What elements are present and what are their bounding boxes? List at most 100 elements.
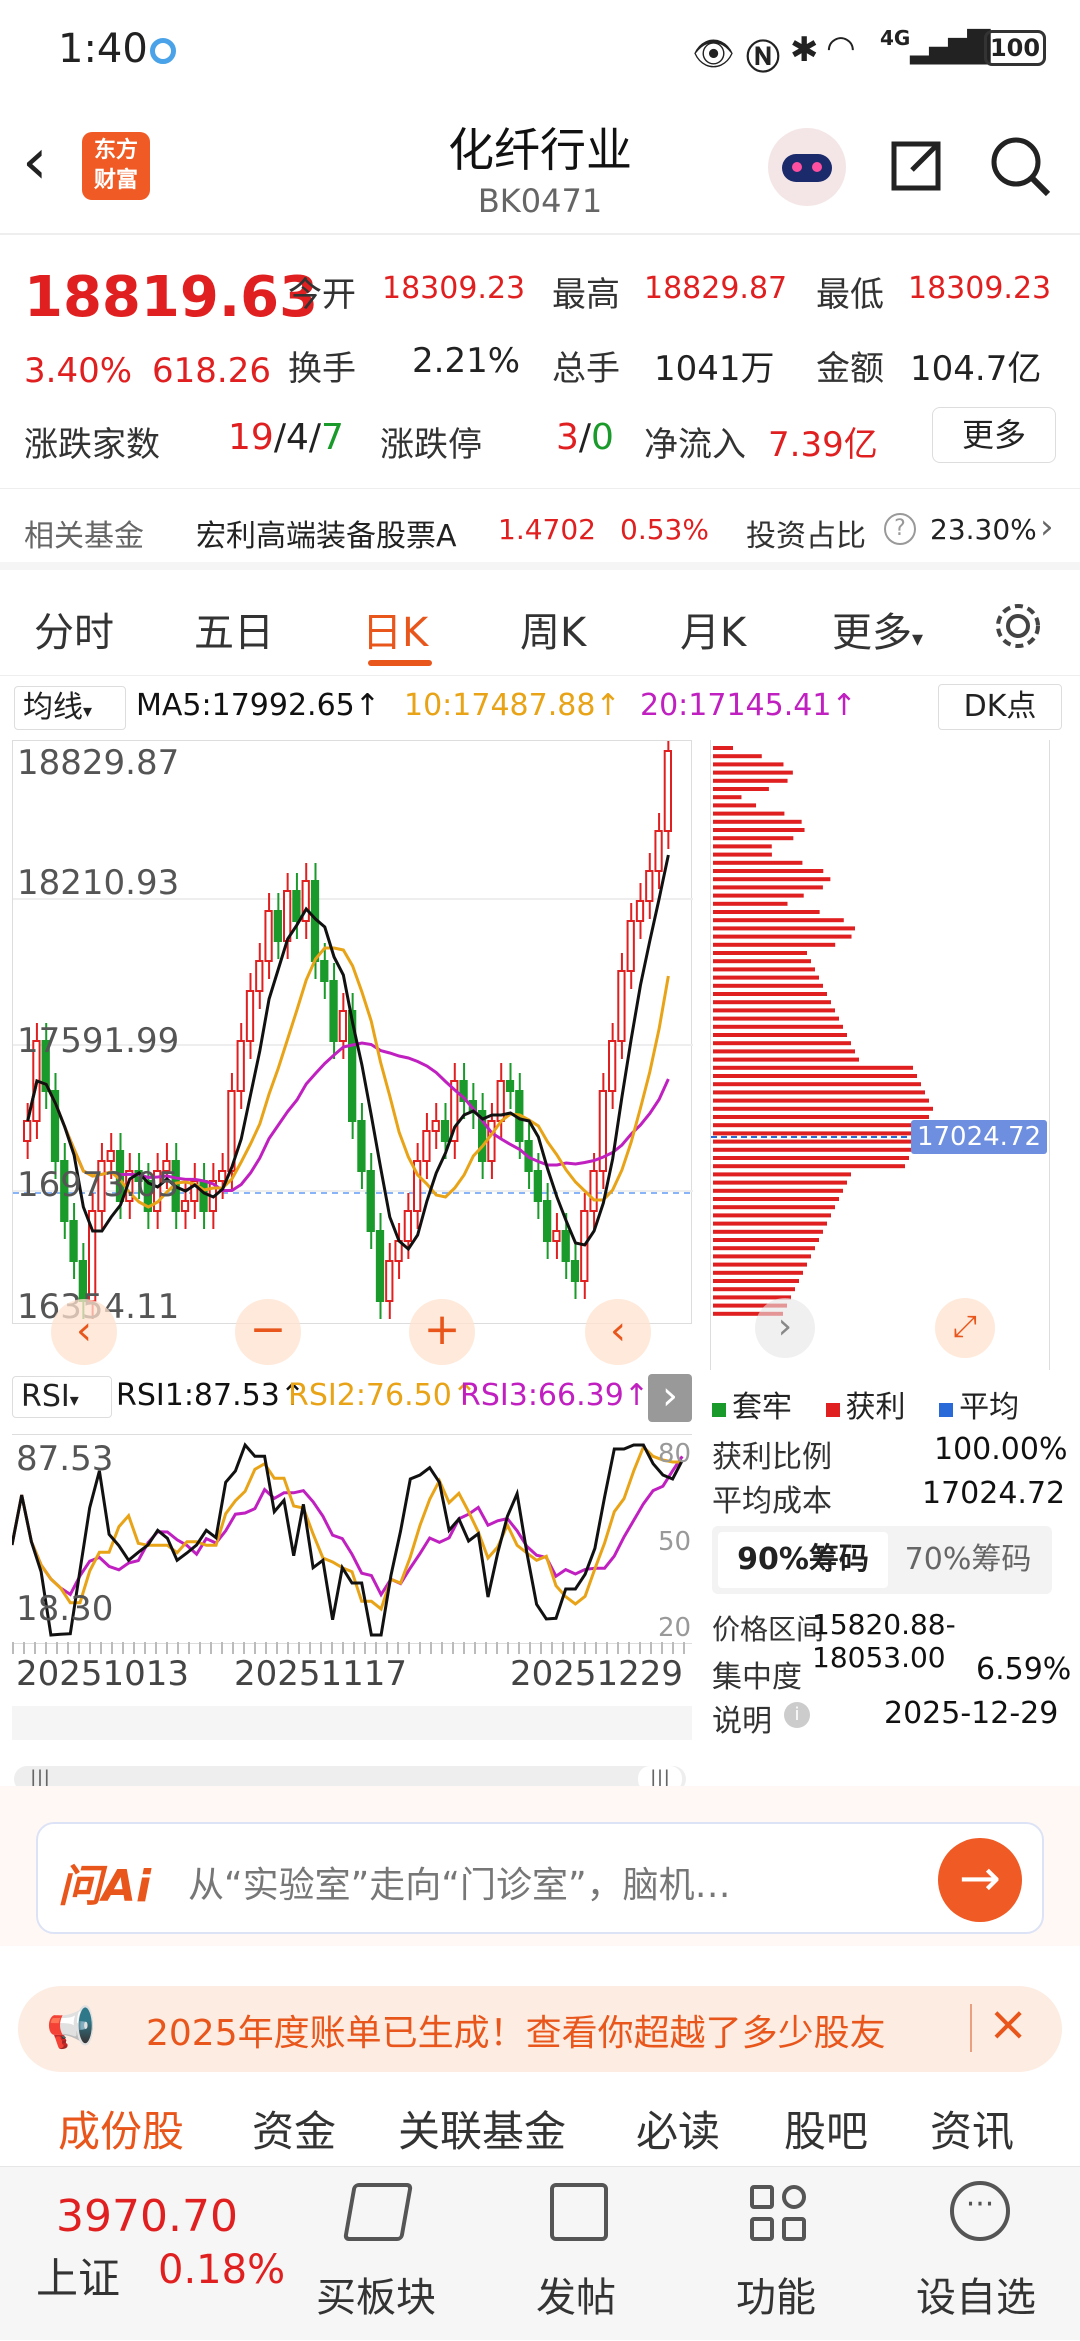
- rsi-selector-label: RSI: [21, 1379, 70, 1414]
- more-button[interactable]: 更多: [932, 407, 1056, 463]
- rsi-selector[interactable]: RSI▾: [12, 1376, 112, 1418]
- expand-icon[interactable]: ⤢: [935, 1298, 995, 1358]
- tab-related-funds[interactable]: 关联基金: [398, 2098, 566, 2159]
- adv-down: 7: [321, 417, 344, 458]
- ratio-value: 23.30%: [930, 513, 1037, 546]
- chip-bar: [713, 1139, 917, 1144]
- candle: [626, 920, 635, 972]
- candle: [255, 960, 264, 992]
- candle: [608, 1040, 617, 1092]
- tab-funds-flow[interactable]: 资金: [252, 2098, 336, 2159]
- candle: [199, 1180, 208, 1212]
- tab-monthly-k[interactable]: 月K: [680, 600, 746, 658]
- chip-bar: [713, 877, 831, 882]
- related-fund-row[interactable]: 相关基金 宏利高端装备股票A 1.4702 0.53% 投资占比 ? 23.30…: [0, 488, 1080, 570]
- zoom-in-icon[interactable]: +: [409, 1299, 475, 1365]
- index-ticker[interactable]: 3970.70 上证 0.18%: [0, 2167, 290, 2341]
- chip-bar: [713, 1106, 933, 1111]
- promo-divider: [970, 2004, 972, 2052]
- nfc-icon: Ⓝ: [746, 38, 780, 78]
- netflow-value: 7.39亿: [768, 425, 878, 465]
- scroll-left-icon[interactable]: ‹: [51, 1299, 117, 1365]
- chip-bar: [713, 951, 807, 955]
- candle: [283, 890, 292, 942]
- candle: [487, 1120, 496, 1162]
- rsi-chart[interactable]: 87.53 18.30 80 50 20: [12, 1434, 692, 1644]
- candle: [552, 1230, 561, 1242]
- chip-bar: [713, 1205, 835, 1210]
- add-watchlist-button[interactable]: ··· 设自选: [900, 2167, 1064, 2341]
- ai-banner: 问Ai 从“实验室”走向“门诊室”，脑机… →: [0, 1786, 1080, 1946]
- tab-daily-k[interactable]: 日K: [362, 600, 428, 658]
- chip-bar: [713, 959, 811, 964]
- candle: [218, 1170, 227, 1182]
- chip-next-icon[interactable]: ›: [755, 1298, 815, 1358]
- functions-button[interactable]: 功能: [700, 2167, 864, 2341]
- period-tabs: 分时 五日 日K 周K 月K 更多▾: [0, 578, 1080, 676]
- promo-banner[interactable]: 📢 2025年度账单已生成！查看你超越了多少股友 ×: [18, 1986, 1062, 2072]
- chip-bar: [713, 1008, 835, 1013]
- adv-up: 19: [228, 417, 274, 458]
- tab-forum[interactable]: 股吧: [784, 2098, 868, 2159]
- info-icon[interactable]: i: [784, 1702, 810, 1728]
- chip-bar: [713, 1156, 909, 1160]
- chip-70-tab[interactable]: 70%筹码: [888, 1532, 1048, 1588]
- post-button[interactable]: 发帖: [500, 2167, 664, 2341]
- candle: [320, 960, 329, 982]
- candle: [422, 1130, 431, 1162]
- tab-constituents[interactable]: 成份股: [58, 2098, 184, 2159]
- kline-chart[interactable]: 18829.87 18210.93 17591.99 16973.05 1635…: [12, 740, 693, 1365]
- high-value: 18829.87: [644, 271, 788, 306]
- chip-bar: [713, 1238, 819, 1242]
- time-ticks: [12, 1642, 692, 1654]
- chip-90-tab[interactable]: 90%筹码: [718, 1532, 888, 1588]
- candle: [403, 1210, 413, 1242]
- quote-panel: 18819.63 3.40% 618.26 涨跌家数 今开 18309.23 最…: [0, 237, 1080, 487]
- buy-sector-button[interactable]: 买板块: [296, 2167, 460, 2341]
- tab-more-label: 更多: [832, 610, 912, 656]
- chip-bar: [713, 1082, 921, 1087]
- tab-news[interactable]: 资讯: [930, 2098, 1014, 2159]
- sector-code: BK0471: [477, 182, 603, 220]
- rsi3-value: RSI3:66.39↑: [460, 1378, 649, 1413]
- tab-intraday[interactable]: 分时: [34, 600, 114, 658]
- tab-must-read[interactable]: 必读: [636, 2098, 720, 2159]
- adv-flat: 4: [285, 417, 309, 458]
- index-pct: 0.18%: [158, 2247, 286, 2293]
- back-button[interactable]: ‹: [22, 130, 48, 194]
- tab-more[interactable]: 更多▾: [832, 600, 923, 658]
- settings-gear-icon[interactable]: [990, 598, 1046, 654]
- tab-five-day[interactable]: 五日: [194, 600, 274, 658]
- search-icon[interactable]: [988, 134, 1052, 198]
- candle: [431, 1120, 440, 1132]
- ma-selector[interactable]: 均线▾: [14, 686, 126, 730]
- chip-bar: [713, 787, 769, 791]
- status-time: 1:40: [58, 26, 148, 72]
- note-date: 2025-12-29: [884, 1696, 1059, 1731]
- dk-points-button[interactable]: DK点: [938, 684, 1062, 730]
- zoom-out-icon[interactable]: −: [235, 1299, 301, 1365]
- chip-bar: [713, 1049, 855, 1054]
- index-value: 3970.70: [56, 2191, 238, 2242]
- chip-distribution-chart[interactable]: 17024.72 › ⤢: [710, 740, 1051, 1370]
- ai-robot-icon[interactable]: [768, 128, 846, 206]
- chip-bar: [713, 901, 788, 906]
- chip-bar: [713, 1000, 831, 1005]
- tab-weekly-k[interactable]: 周K: [520, 600, 586, 658]
- ai-go-arrow-icon[interactable]: →: [938, 1838, 1022, 1922]
- ai-question-box[interactable]: 问Ai 从“实验室”走向“门诊室”，脑机… →: [36, 1822, 1044, 1934]
- chip-bar: [713, 926, 855, 931]
- chip-bar: [713, 1041, 851, 1046]
- help-icon[interactable]: ?: [884, 513, 916, 545]
- collapse-arrow-icon[interactable]: ›: [648, 1374, 692, 1422]
- share-icon[interactable]: [886, 136, 946, 196]
- candle: [570, 1260, 580, 1282]
- caret-down-icon: ▾: [912, 627, 924, 652]
- candle: [106, 1150, 115, 1162]
- legend-avg: 平均: [959, 1390, 1020, 1425]
- close-icon[interactable]: ×: [988, 1996, 1028, 2052]
- ma20-value: 20:17145.41↑: [640, 688, 857, 723]
- chip-bar: [713, 869, 824, 873]
- turnover-label: 换手: [288, 349, 356, 389]
- scroll-right-icon[interactable]: ‹: [585, 1299, 651, 1365]
